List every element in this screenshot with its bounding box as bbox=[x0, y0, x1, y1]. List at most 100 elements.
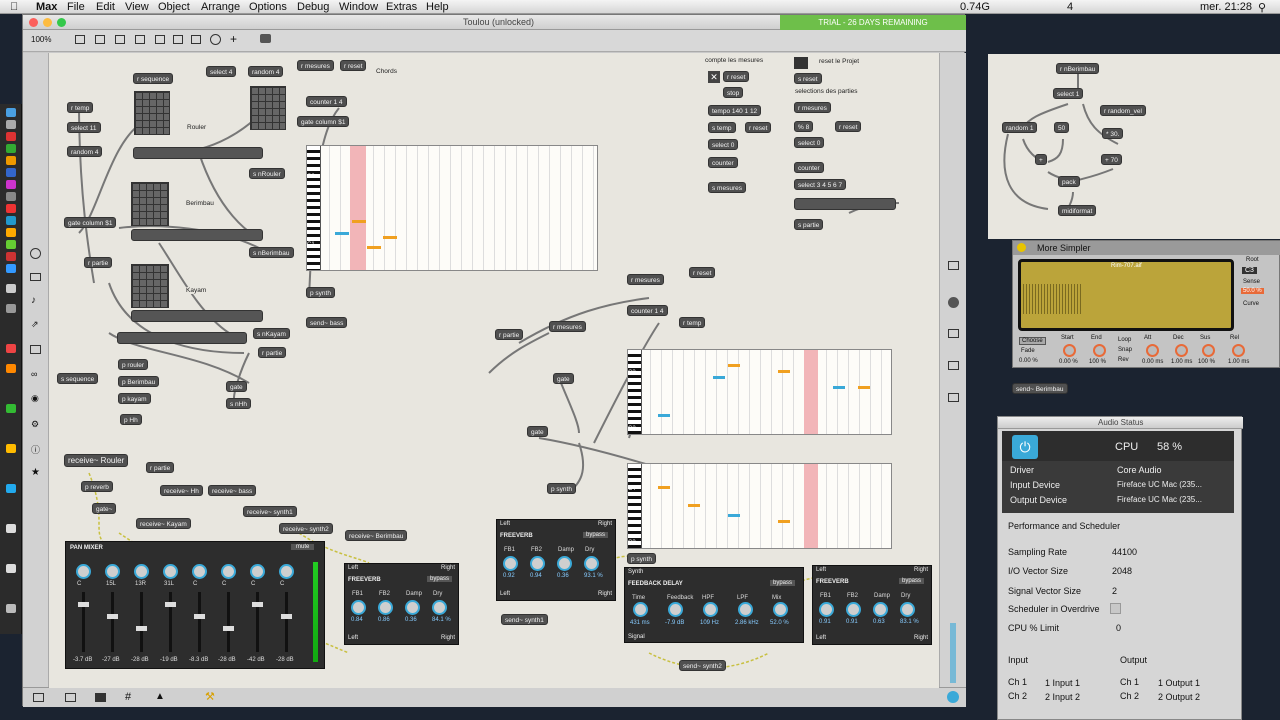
comment-icon[interactable] bbox=[155, 35, 165, 44]
menu-options[interactable]: Options bbox=[249, 1, 287, 13]
note[interactable] bbox=[383, 236, 397, 239]
star-icon[interactable]: ★ bbox=[31, 467, 40, 478]
secondary-patcher[interactable]: r nBerimbau select 1 random 1 50 r rando… bbox=[988, 54, 1280, 239]
sampling-rate-select[interactable]: 44100 bbox=[1112, 547, 1137, 557]
image-icon[interactable] bbox=[30, 345, 41, 354]
note[interactable] bbox=[352, 220, 366, 223]
object-box[interactable]: receive~ synth1 bbox=[243, 506, 297, 517]
object-box[interactable]: r partie bbox=[258, 347, 287, 358]
driver-select[interactable]: Core Audio bbox=[1117, 465, 1162, 475]
menu-max[interactable]: Max bbox=[36, 1, 57, 13]
sense-value[interactable]: 50.0 % bbox=[1241, 288, 1264, 294]
menu-window[interactable]: Window bbox=[339, 1, 378, 13]
fader-handle[interactable] bbox=[194, 614, 205, 619]
knob[interactable] bbox=[1093, 344, 1106, 357]
clear-icon[interactable] bbox=[260, 34, 271, 43]
object-box[interactable]: * 30. bbox=[1102, 128, 1124, 139]
sidebar-icon[interactable] bbox=[30, 248, 41, 259]
dock-app-icon[interactable] bbox=[6, 524, 16, 533]
fader-handle[interactable] bbox=[165, 602, 176, 607]
sidebar-icon[interactable] bbox=[948, 361, 959, 370]
note[interactable] bbox=[658, 486, 670, 489]
object-box[interactable]: r sequence bbox=[133, 73, 174, 84]
object-box[interactable]: r mesures bbox=[297, 60, 334, 71]
loop-option[interactable]: Loop bbox=[1118, 337, 1131, 343]
menu-edit[interactable]: Edit bbox=[96, 1, 115, 13]
signal-vector-select[interactable]: 2 bbox=[1112, 586, 1117, 596]
dock-app-icon[interactable] bbox=[6, 120, 16, 129]
object-box[interactable]: p kayam bbox=[118, 393, 151, 404]
overdrive-checkbox[interactable] bbox=[1110, 603, 1121, 614]
inlet-icon[interactable] bbox=[173, 35, 183, 44]
pan-knob[interactable] bbox=[134, 564, 149, 579]
knob[interactable] bbox=[1175, 344, 1188, 357]
step-row[interactable] bbox=[131, 229, 263, 241]
note[interactable] bbox=[778, 370, 790, 373]
object-box[interactable]: counter 1 4 bbox=[627, 305, 668, 316]
object-box[interactable]: r reset bbox=[340, 60, 367, 71]
dock-app-icon[interactable] bbox=[6, 444, 16, 453]
lock-icon[interactable] bbox=[75, 35, 85, 44]
object-box[interactable]: r mesures bbox=[627, 274, 664, 285]
object-box[interactable]: r mesures bbox=[549, 321, 586, 332]
knob[interactable] bbox=[1146, 344, 1159, 357]
knob[interactable] bbox=[703, 602, 718, 617]
sidebar-icon[interactable] bbox=[948, 393, 959, 402]
output-ch2-select[interactable]: 2 Output 2 bbox=[1158, 692, 1200, 702]
knob[interactable] bbox=[1063, 344, 1076, 357]
object-box[interactable]: r random_vel bbox=[1100, 105, 1146, 116]
menu-file[interactable]: File bbox=[67, 1, 85, 13]
knob[interactable] bbox=[378, 600, 393, 615]
note[interactable] bbox=[335, 232, 349, 235]
object-box[interactable]: % 8 bbox=[794, 121, 814, 132]
dock-finder-icon[interactable] bbox=[6, 108, 16, 117]
wrench-icon[interactable]: ⚒ bbox=[205, 690, 215, 703]
help-icon[interactable] bbox=[210, 34, 221, 45]
dsp-power-icon[interactable]: ⏻ bbox=[1012, 435, 1038, 459]
object-box[interactable]: select 11 bbox=[67, 122, 101, 133]
object-box[interactable]: s mesures bbox=[708, 182, 746, 193]
memory-status[interactable]: 0.74G bbox=[960, 1, 990, 13]
object-box[interactable]: pack bbox=[1058, 176, 1080, 187]
music-icon[interactable]: ♪ bbox=[31, 295, 36, 306]
io-vector-select[interactable]: 2048 bbox=[1112, 566, 1132, 576]
object-box[interactable]: select 0 bbox=[794, 137, 825, 148]
object-box[interactable]: s partie bbox=[794, 219, 824, 230]
zoom-button[interactable] bbox=[57, 18, 66, 27]
dock-app-icon[interactable] bbox=[6, 284, 16, 293]
bypass-button[interactable]: bypass bbox=[899, 578, 925, 584]
matrix-kayam[interactable] bbox=[131, 264, 169, 308]
object-box[interactable]: r partie bbox=[84, 257, 113, 268]
object-box[interactable]: s reset bbox=[794, 73, 822, 84]
power-icon[interactable] bbox=[1017, 243, 1026, 252]
menu-object[interactable]: Object bbox=[158, 1, 190, 13]
knob[interactable] bbox=[1202, 344, 1215, 357]
piano-roll-2[interactable]: C3 C2 bbox=[627, 349, 892, 435]
object-box[interactable]: stop bbox=[723, 87, 744, 98]
fader-handle[interactable] bbox=[223, 626, 234, 631]
inspector-icon[interactable] bbox=[948, 329, 959, 338]
fader-handle[interactable] bbox=[78, 602, 89, 607]
object-box[interactable]: r mesures bbox=[794, 102, 831, 113]
knob[interactable] bbox=[503, 556, 518, 571]
note[interactable] bbox=[728, 364, 740, 367]
object-box[interactable]: gate column $1 bbox=[297, 116, 350, 127]
step-row[interactable] bbox=[133, 147, 263, 159]
object-box[interactable]: send~ Berimbau bbox=[1012, 383, 1068, 394]
knob[interactable] bbox=[738, 602, 753, 617]
object-box[interactable]: s nKayam bbox=[253, 328, 290, 339]
new-object-icon[interactable] bbox=[115, 35, 125, 44]
object-box[interactable]: r reset bbox=[835, 121, 862, 132]
zoom-level[interactable]: 100% bbox=[31, 35, 51, 44]
knob[interactable] bbox=[668, 602, 683, 617]
object-box[interactable]: r temp bbox=[679, 317, 706, 328]
knob[interactable] bbox=[584, 556, 599, 571]
close-button[interactable] bbox=[29, 18, 38, 27]
object-box[interactable]: counter 1 4 bbox=[306, 96, 347, 107]
object-box[interactable]: r temp bbox=[67, 102, 94, 113]
object-box[interactable]: r reset bbox=[689, 267, 716, 278]
object-box[interactable]: send~ synth1 bbox=[501, 614, 548, 625]
object-box[interactable]: random 1 bbox=[1002, 122, 1038, 133]
dock-app-icon[interactable] bbox=[6, 132, 16, 141]
rev-option[interactable]: Rev bbox=[1118, 357, 1129, 363]
